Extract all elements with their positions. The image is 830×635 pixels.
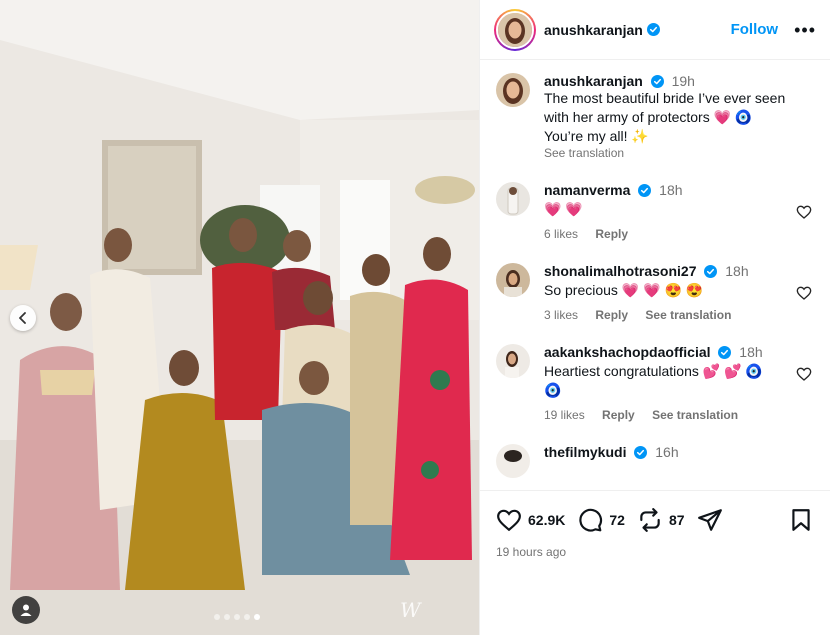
see-translation-link[interactable]: See translation [645,308,731,322]
repost-button[interactable]: 87 [637,507,685,533]
verified-badge-icon [638,184,652,197]
post-header: anushkaranjan Follow ••• [480,0,830,60]
comment-timestamp[interactable]: 18h [725,263,748,279]
commenter-username[interactable]: namanverma [544,182,630,198]
like-comment-heart-icon[interactable] [796,204,812,220]
commenter-username[interactable]: shonalimalhotrasoni27 [544,263,696,279]
share-button[interactable] [697,507,723,533]
reposts-count[interactable]: 87 [669,512,685,528]
commenter-avatar[interactable] [496,344,530,378]
comment-timestamp[interactable]: 18h [659,182,682,198]
post-viewer: W anushkaranjan Follow ••• anushkaranjan… [0,0,830,635]
comments-count[interactable]: 72 [609,512,625,528]
verified-badge-icon [646,23,660,36]
avatar-image [496,73,530,107]
like-button[interactable]: 62.9K [496,507,565,533]
comment-bubble-icon [579,508,603,532]
avatar-image [496,263,530,297]
see-translation-link[interactable]: See translation [544,146,814,160]
heart-icon [497,509,521,532]
slide-dot [224,614,230,620]
caption: anushkaranjan 19h The most beautiful bri… [496,73,814,160]
avatar-image [496,344,530,378]
avatar-image [496,182,530,216]
like-comment-heart-icon[interactable] [796,366,812,382]
verified-badge-icon [650,75,664,88]
comment-text: 💗 💗 [544,201,583,217]
slide-dot [214,614,220,620]
tagged-users-button[interactable] [12,596,40,624]
comment-likes-count[interactable]: 3 likes [544,308,578,322]
commenter-avatar[interactable] [496,182,530,216]
comment-timestamp[interactable]: 18h [739,344,762,360]
post-details-panel: anushkaranjan Follow ••• anushkaranjan 1… [479,0,830,635]
caption-line: with her army of protectors 💗 🧿 [544,109,753,125]
post-photo[interactable]: W [0,0,479,635]
more-options-button[interactable]: ••• [794,21,816,39]
photographer-watermark: W [400,598,421,622]
reply-button[interactable]: Reply [595,227,628,241]
comment-item: shonalimalhotrasoni27 18h So precious 💗 … [496,263,814,322]
see-translation-link[interactable]: See translation [652,408,738,422]
commenter-username[interactable]: thefilmykudi [544,444,626,460]
slide-indicator [214,614,260,620]
author-username[interactable]: anushkaranjan [544,22,643,38]
comment-item: namanverma 18h 💗 💗 6 likes Reply [496,182,814,241]
author-avatar-image [498,12,532,47]
verified-badge-icon [634,446,648,459]
chevron-left-icon [19,312,26,324]
comment-item: aakankshachopdaofficial 18h Heartiest co… [496,344,814,422]
slide-dot [244,614,250,620]
verified-badge-icon [718,346,732,359]
previous-slide-button[interactable] [10,305,36,331]
caption-author-avatar[interactable] [496,73,530,107]
user-icon [20,604,32,616]
comment-button[interactable]: 72 [577,507,625,533]
caption-author-username[interactable]: anushkaranjan [544,73,643,89]
commenter-avatar[interactable] [496,444,530,478]
comment-text: Heartiest congratulations 💕 💕 🧿 [544,363,763,379]
posted-time[interactable]: 19 hours ago [496,545,814,559]
post-actions: 62.9K 72 87 19 hours ago [480,490,830,559]
like-comment-heart-icon[interactable] [796,285,812,301]
commenter-avatar[interactable] [496,263,530,297]
save-button[interactable] [788,507,814,533]
caption-timestamp[interactable]: 19h [672,73,695,89]
comment-likes-count[interactable]: 6 likes [544,227,578,241]
group-photo-image [0,0,479,635]
comment-item: thefilmykudi 16h [496,444,814,478]
verified-badge-icon [704,265,718,278]
caption-line: The most beautiful bride I’ve ever seen [544,90,786,106]
repost-icon [640,508,660,532]
author-avatar[interactable] [494,8,536,51]
comment-text-line2: 🧿 [544,382,562,398]
comment-likes-count[interactable]: 19 likes [544,408,585,422]
comment-timestamp[interactable]: 16h [655,444,678,460]
avatar-image [496,444,530,478]
comments-list[interactable]: anushkaranjan 19h The most beautiful bri… [480,61,830,489]
reply-button[interactable]: Reply [595,308,628,322]
slide-dot [234,614,240,620]
follow-button[interactable]: Follow [731,21,779,38]
commenter-username[interactable]: aakankshachopdaofficial [544,344,711,360]
reply-button[interactable]: Reply [602,408,635,422]
caption-line: You’re my all! ✨ [544,128,649,144]
bookmark-icon [792,509,810,531]
likes-count[interactable]: 62.9K [528,512,565,528]
comment-text: So precious 💗 💗 😍 😍 [544,282,704,298]
slide-dot-active [254,614,260,620]
send-icon [697,509,722,531]
